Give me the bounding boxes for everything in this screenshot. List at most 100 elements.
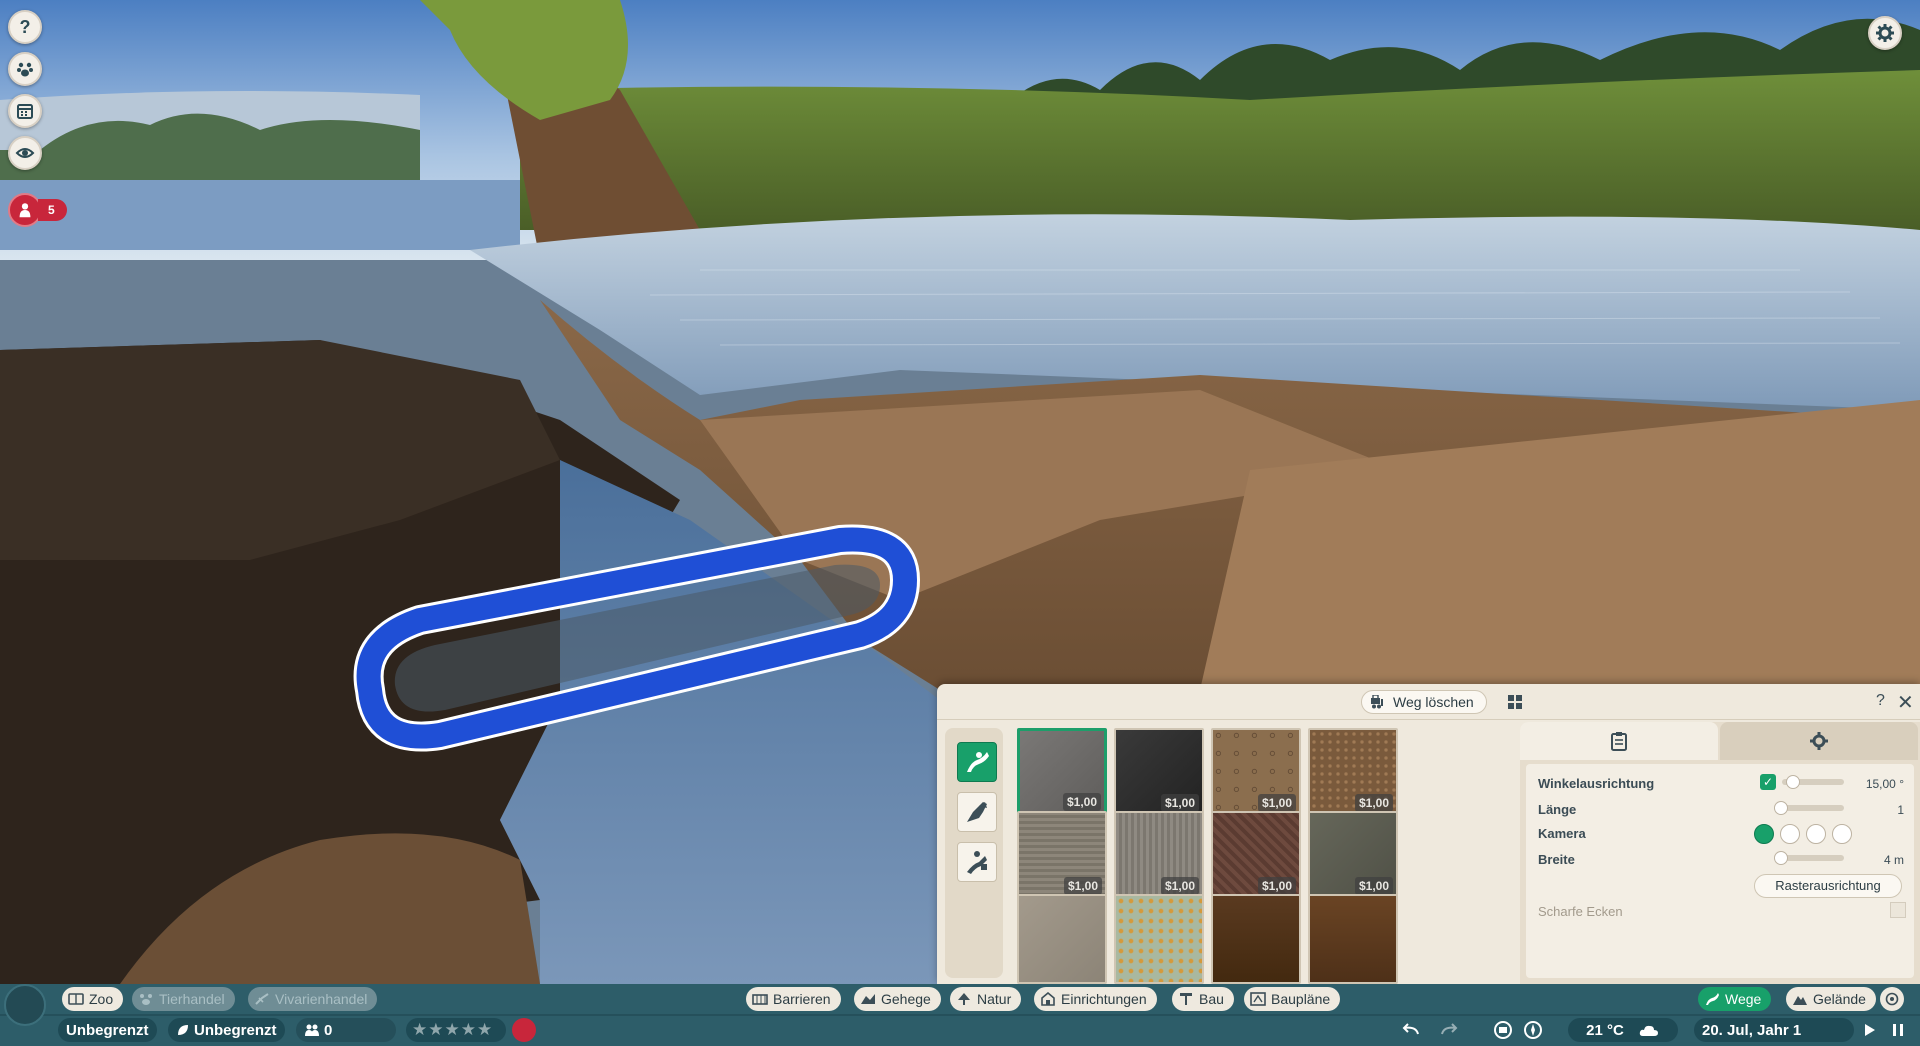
- angle-value: 15,00 °: [1865, 777, 1904, 791]
- swatch-mossy-stone[interactable]: $1,00: [1308, 811, 1398, 901]
- zoo-logo[interactable]: [4, 984, 46, 1026]
- nature-button[interactable]: Natur: [950, 987, 1022, 1011]
- lizard-icon: [255, 993, 269, 1005]
- terrain-label: Gelände: [1813, 991, 1866, 1007]
- width-slider[interactable]: [1774, 851, 1844, 865]
- camera-link-icon[interactable]: [1780, 824, 1800, 844]
- swatch-price: $1,00: [1160, 877, 1199, 895]
- blueprint-icon: [1250, 992, 1266, 1006]
- tab-settings[interactable]: [1720, 722, 1918, 760]
- length-value: 1: [1897, 803, 1904, 817]
- guest-count-display: 0: [296, 1018, 396, 1042]
- undo-icon[interactable]: [1402, 1020, 1424, 1040]
- delete-path-button[interactable]: Weg löschen: [1361, 690, 1487, 714]
- swatch-cobblestone[interactable]: $1,00: [1211, 728, 1301, 818]
- camera-label: Kamera: [1538, 826, 1586, 841]
- guest-alert-button[interactable]: 5: [8, 193, 67, 227]
- animal-trade-button[interactable]: Tierhandel: [132, 987, 235, 1011]
- calendar-icon: [17, 104, 33, 119]
- options-body: Winkelausrichtung ✓ 15,00 ° Länge 1 Kame…: [1526, 764, 1914, 978]
- guest-mood-icon[interactable]: [512, 1018, 536, 1042]
- angle-slider[interactable]: [1782, 775, 1844, 789]
- angle-snap-checkbox[interactable]: ✓: [1760, 774, 1776, 790]
- zoo-overview-button[interactable]: [1880, 987, 1904, 1011]
- sharp-corners-label: Scharfe Ecken: [1538, 904, 1623, 919]
- zoo-label: Zoo: [89, 991, 114, 1007]
- width-value: 4 m: [1883, 853, 1904, 867]
- guest-icon: [19, 203, 31, 218]
- width-label: Breite: [1538, 852, 1575, 867]
- path-builder-panel: Weg löschen ? ✕ $1,00 $1,00 $1,00 $1,00: [937, 684, 1920, 984]
- paths-button[interactable]: Wege: [1698, 987, 1772, 1011]
- panel-header: Weg löschen ? ✕: [937, 684, 1920, 720]
- facilities-button[interactable]: Einrichtungen: [1034, 987, 1157, 1011]
- undo-redo: [1394, 1018, 1466, 1042]
- panel-help-button[interactable]: ?: [1876, 692, 1885, 710]
- zoo-button[interactable]: Zoo: [62, 987, 124, 1011]
- play-icon[interactable]: [1862, 1022, 1878, 1038]
- swatch-gray-wood[interactable]: $1,00: [1114, 811, 1204, 901]
- mountain-icon: [1793, 996, 1807, 1005]
- compass-icon[interactable]: [1522, 1020, 1544, 1040]
- redo-icon[interactable]: [1436, 1020, 1458, 1040]
- settings-button[interactable]: [1868, 16, 1902, 50]
- options-tabs: [1520, 722, 1920, 760]
- habitats-label: Gehege: [881, 991, 931, 1007]
- length-slider[interactable]: [1774, 801, 1844, 815]
- research-value: Unbegrenzt: [194, 1021, 277, 1039]
- swatch-price: $1,00: [1354, 794, 1393, 812]
- habitats-button[interactable]: Gehege: [854, 987, 941, 1011]
- visibility-button[interactable]: [8, 136, 42, 170]
- eye-icon: [15, 148, 35, 158]
- blueprints-button[interactable]: Baupläne: [1244, 987, 1341, 1011]
- swatch-flagstone[interactable]: [1017, 894, 1107, 984]
- swatch-brown-wood[interactable]: [1308, 894, 1398, 984]
- swatch-brown-gravel[interactable]: $1,00: [1308, 728, 1398, 818]
- camera-follow-icon[interactable]: [1754, 824, 1774, 844]
- zoo-icon: [68, 993, 84, 1005]
- gear-icon: [1876, 24, 1894, 42]
- camera-sparkle-icon[interactable]: [1806, 824, 1826, 844]
- left-toolbar: ?: [8, 10, 42, 178]
- sharp-corners-checkbox[interactable]: [1890, 902, 1906, 918]
- view-tools: [1484, 1018, 1552, 1042]
- swatch-mosaic[interactable]: [1114, 894, 1204, 984]
- time-controls: [1854, 1018, 1914, 1042]
- nature-label: Natur: [977, 991, 1012, 1007]
- swatch-striated-concrete[interactable]: $1,00: [1017, 811, 1107, 901]
- help-button[interactable]: ?: [8, 10, 42, 44]
- construction-icon: [1180, 993, 1192, 1005]
- grid-view-icon[interactable]: [1508, 695, 1522, 709]
- category-staff-paths[interactable]: [957, 842, 997, 882]
- barriers-button[interactable]: Barrieren: [746, 987, 841, 1011]
- grid-align-button[interactable]: Rasterausrichtung: [1754, 874, 1902, 898]
- swatch-dark-asphalt[interactable]: $1,00: [1114, 728, 1204, 818]
- vivarium-trade-button[interactable]: Vivarienhandel: [248, 987, 378, 1011]
- cloud-icon: [1639, 1025, 1658, 1036]
- swatch-gray-asphalt[interactable]: $1,00: [1017, 728, 1107, 818]
- construction-label: Bau: [1199, 991, 1224, 1007]
- path-icon: [967, 752, 989, 772]
- swatch-dark-wood[interactable]: [1211, 894, 1301, 984]
- leaf-icon: [178, 1025, 188, 1035]
- tab-clipboard[interactable]: [1520, 722, 1718, 760]
- paths-label: Wege: [1725, 991, 1762, 1007]
- calendar-button[interactable]: [8, 94, 42, 128]
- terrain-button[interactable]: Gelände: [1786, 987, 1876, 1011]
- panel-close-button[interactable]: ✕: [1897, 690, 1914, 715]
- delete-path-label: Weg löschen: [1393, 694, 1474, 710]
- money-display: Unbegrenzt: [58, 1018, 157, 1042]
- swatch-price: $1,00: [1354, 877, 1393, 895]
- swatch-price: $1,00: [1257, 794, 1296, 812]
- pause-icon[interactable]: [1890, 1022, 1906, 1038]
- camera-curve-icon[interactable]: [1832, 824, 1852, 844]
- category-guest-paths[interactable]: [957, 742, 997, 782]
- construction-button[interactable]: Bau: [1172, 987, 1234, 1011]
- swatch-price: $1,00: [1160, 794, 1199, 812]
- swatch-red-brick[interactable]: $1,00: [1211, 811, 1301, 901]
- date-value: 20. Jul, Jahr 1: [1702, 1021, 1802, 1039]
- screenshot-icon[interactable]: [1492, 1020, 1514, 1040]
- animals-button[interactable]: [8, 52, 42, 86]
- category-animal-paths[interactable]: [957, 792, 997, 832]
- barriers-label: Barrieren: [773, 991, 831, 1007]
